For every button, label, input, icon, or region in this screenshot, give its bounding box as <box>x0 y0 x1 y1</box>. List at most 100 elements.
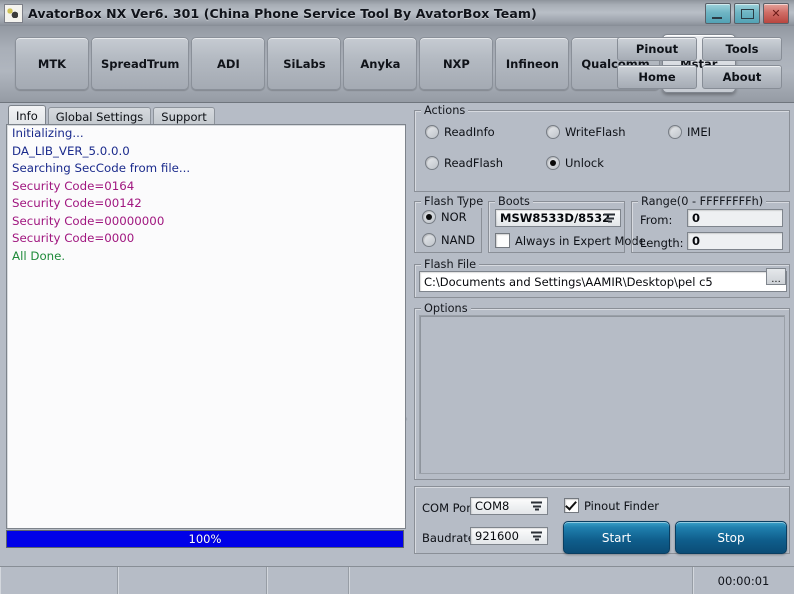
boots-select[interactable]: MSW8533D/8532 <box>495 209 621 227</box>
log-line: All Done. <box>12 248 66 263</box>
chip-infineon[interactable]: Infineon <box>495 37 570 90</box>
radio-writeflash[interactable]: WriteFlash <box>546 125 626 139</box>
radio-dot-icon <box>425 156 439 170</box>
home-button[interactable]: Home <box>617 65 697 89</box>
radio-unlock[interactable]: Unlock <box>546 156 604 170</box>
chip-mtk[interactable]: MTK <box>15 37 89 90</box>
radio-label: IMEI <box>687 125 711 139</box>
range-from-label: From: <box>640 213 673 227</box>
maximize-glyph <box>741 9 754 19</box>
boots-group: Boots MSW8533D/8532 Always in Expert Mod… <box>488 195 646 253</box>
actions-group: Actions ReadInfo WriteFlash IMEI ReadFla… <box>414 104 790 192</box>
status-bar: 00:00:01 <box>0 566 794 594</box>
flash-type-group: Flash Type NOR NAND <box>414 195 487 253</box>
radio-dot-icon <box>422 210 436 224</box>
close-icon[interactable]: ✕ <box>763 3 789 24</box>
browse-button[interactable]: ... <box>766 268 786 285</box>
left-panel: Info Global Settings Support Initializin… <box>4 105 410 552</box>
progress-bar: 100% <box>6 530 404 548</box>
range-legend: Range(0 - FFFFFFFFh) <box>638 195 767 208</box>
title-bar: AvatorBox NX Ver6. 301 (China Phone Serv… <box>0 0 794 27</box>
minimize-glyph <box>712 17 722 19</box>
tab-global-settings[interactable]: Global Settings <box>47 107 152 125</box>
flash-file-legend: Flash File <box>421 258 480 271</box>
start-button[interactable]: Start <box>563 521 670 554</box>
window-controls: ✕ <box>705 3 789 24</box>
radio-label: ReadInfo <box>444 125 495 139</box>
chip-silabs[interactable]: SiLabs <box>267 37 342 90</box>
utility-button-group: Pinout Tools Home About <box>617 37 782 89</box>
log-line: DA_LIB_VER_5.0.0.0 <box>12 143 130 158</box>
pinout-finder-checkbox[interactable]: Pinout Finder <box>564 498 659 513</box>
radio-label: NOR <box>441 210 467 224</box>
status-elapsed-time: 00:00:01 <box>693 567 794 594</box>
status-cell-1 <box>0 567 118 594</box>
radio-label: Unlock <box>565 156 604 170</box>
radio-dot-icon <box>546 125 560 139</box>
checkbox-box-icon <box>495 233 510 248</box>
com-port-value: COM8 <box>475 499 510 513</box>
expert-mode-label: Always in Expert Mode <box>515 233 646 248</box>
chevron-down-icon <box>531 531 542 541</box>
radio-dot-icon <box>425 125 439 139</box>
status-cell-2 <box>118 567 267 594</box>
chip-spreadtrum[interactable]: SpreadTrum <box>91 37 190 90</box>
app-icon <box>4 3 23 23</box>
minimize-icon[interactable] <box>705 3 731 24</box>
range-group: Range(0 - FFFFFFFFh) From: 0 Length: 0 <box>631 195 790 253</box>
chip-nxp[interactable]: NXP <box>419 37 494 90</box>
radio-label: NAND <box>441 233 475 247</box>
application-window: AvatorBox NX Ver6. 301 (China Phone Serv… <box>0 0 794 594</box>
log-line: Searching SecCode from file... <box>12 161 191 175</box>
radio-readflash[interactable]: ReadFlash <box>425 156 503 170</box>
options-legend: Options <box>421 302 471 315</box>
chip-anyka[interactable]: Anyka <box>343 37 418 90</box>
com-port-label: COM Port <box>422 501 476 515</box>
progress-label: 100% <box>188 532 222 546</box>
log-line: Security Code=00000000 <box>12 213 165 228</box>
range-from-input[interactable]: 0 <box>687 209 783 227</box>
expert-mode-checkbox[interactable]: Always in Expert Mode <box>495 233 646 248</box>
chip-adi[interactable]: ADI <box>191 37 266 90</box>
radio-dot-icon <box>668 125 682 139</box>
baudrate-value: 921600 <box>475 529 519 543</box>
range-length-input[interactable]: 0 <box>687 232 783 250</box>
tab-strip: Info Global Settings Support <box>8 105 217 125</box>
log-line: Initializing... <box>12 126 84 140</box>
radio-imei[interactable]: IMEI <box>668 125 711 139</box>
baudrate-label: Baudrate <box>422 531 475 545</box>
tools-button[interactable]: Tools <box>702 37 782 61</box>
radio-dot-icon <box>546 156 560 170</box>
right-panel: Actions ReadInfo WriteFlash IMEI ReadFla… <box>414 104 790 558</box>
radio-readinfo[interactable]: ReadInfo <box>425 125 495 139</box>
com-port-select[interactable]: COM8 <box>470 497 548 515</box>
boots-legend: Boots <box>495 195 533 208</box>
close-glyph: ✕ <box>771 7 781 20</box>
baudrate-select[interactable]: 921600 <box>470 527 548 545</box>
options-group: Options <box>414 302 790 480</box>
platform-toolbar: MTK SpreadTrum ADI SiLabs Anyka NXP Infi… <box>0 26 794 103</box>
window-title: AvatorBox NX Ver6. 301 (China Phone Serv… <box>28 5 537 21</box>
radio-nand[interactable]: NAND <box>422 233 475 247</box>
radio-label: ReadFlash <box>444 156 504 170</box>
chevron-down-icon <box>531 501 542 511</box>
about-button[interactable]: About <box>702 65 782 89</box>
pinout-button[interactable]: Pinout <box>617 37 697 61</box>
actions-legend: Actions <box>421 104 469 117</box>
flash-type-legend: Flash Type <box>421 195 487 208</box>
log-line: Security Code=00142 <box>12 196 142 210</box>
maximize-icon[interactable] <box>734 3 760 24</box>
radio-label: WriteFlash <box>565 125 626 139</box>
status-cell-3 <box>267 567 349 594</box>
radio-nor[interactable]: NOR <box>422 210 467 224</box>
checkbox-box-icon <box>564 498 579 513</box>
log-output[interactable]: Initializing... DA_LIB_VER_5.0.0.0 Searc… <box>6 124 406 529</box>
tab-info[interactable]: Info <box>8 105 46 125</box>
tab-support[interactable]: Support <box>153 107 215 125</box>
log-line: Security Code=0000 <box>12 231 135 245</box>
flash-file-group: Flash File C:\Documents and Settings\AAM… <box>414 258 790 298</box>
stop-button[interactable]: Stop <box>675 521 787 554</box>
status-cell-4 <box>349 567 693 594</box>
flash-file-path-input[interactable]: C:\Documents and Settings\AAMIR\Desktop\… <box>419 271 787 292</box>
options-content-area <box>419 315 785 474</box>
